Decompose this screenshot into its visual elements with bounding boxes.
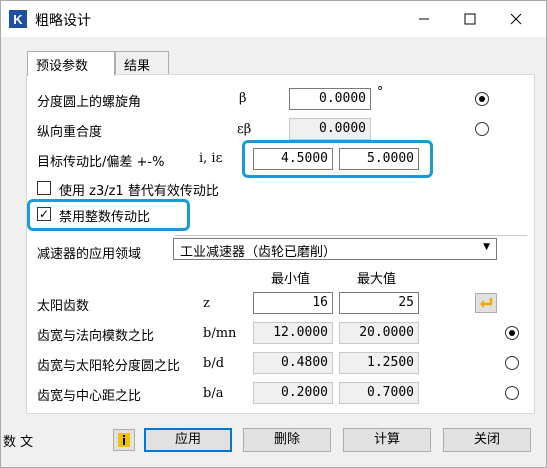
width-center-min-input[interactable]: 0.2000 [253, 382, 333, 404]
width-module-max-input[interactable]: 20.0000 [339, 322, 419, 344]
overlap-ratio-input[interactable]: 0.0000 [289, 118, 371, 140]
overlap-ratio-radio[interactable] [475, 122, 489, 136]
side-text: 数 文 [3, 435, 34, 450]
width-module-radio[interactable] [505, 326, 519, 340]
sun-teeth-max-input[interactable]: 25 [339, 292, 419, 314]
max-header: 最大值 [357, 272, 397, 287]
separator [175, 235, 527, 236]
degree-unit: ° [377, 85, 384, 100]
param-label: 太阳齿数 [37, 299, 90, 314]
param-symbol: b/a [203, 386, 224, 401]
maximize-button[interactable] [447, 1, 493, 37]
ratio-deviation-input[interactable]: 5.0000 [339, 148, 419, 170]
apply-button[interactable]: 应用 [144, 428, 232, 452]
apply-arrow-button[interactable] [475, 293, 497, 313]
param-symbol: z [203, 296, 210, 311]
delete-button[interactable]: 删除 [243, 428, 331, 452]
sun-teeth-min-input[interactable]: 16 [253, 292, 333, 314]
ratio-symbol: i, iε [199, 151, 223, 166]
close-icon [510, 13, 522, 25]
close-button[interactable]: 关闭 [443, 428, 531, 452]
min-header: 最小值 [271, 272, 311, 287]
application-select[interactable]: 工业减速器（齿轮已磨削） ▼ [173, 238, 497, 260]
helix-angle-input[interactable]: 0.0000 [289, 88, 371, 110]
info-icon [118, 433, 130, 447]
width-diameter-radio[interactable] [505, 356, 519, 370]
param-label: 齿宽与太阳轮分度圆之比 [37, 359, 181, 374]
tab-panel: 分度圆上的螺旋角 β 0.0000 ° 纵向重合度 εβ 0.0000 目标传动… [26, 74, 535, 414]
helix-angle-radio[interactable] [475, 92, 489, 106]
param-label: 齿宽与中心距之比 [37, 389, 142, 404]
app-icon: K [9, 10, 27, 28]
tab-preset-params[interactable]: 预设参数 [27, 51, 115, 76]
maximize-icon [464, 13, 476, 25]
param-symbol: b/mn [203, 326, 237, 341]
helix-symbol: β [239, 91, 247, 106]
info-button[interactable] [113, 429, 135, 451]
width-center-max-input[interactable]: 0.7000 [339, 382, 419, 404]
width-module-min-input[interactable]: 12.0000 [253, 322, 333, 344]
use-z3z1-checkbox[interactable] [37, 181, 51, 195]
close-window-button[interactable] [493, 1, 539, 37]
target-ratio-input[interactable]: 4.5000 [253, 148, 333, 170]
width-center-radio[interactable] [505, 386, 519, 400]
application-label: 减速器的应用领域 [37, 247, 142, 262]
tab-results[interactable]: 结果 [115, 51, 169, 75]
window-title: 粗略设计 [35, 13, 91, 29]
width-diameter-min-input[interactable]: 0.4800 [253, 352, 333, 374]
calculate-button[interactable]: 计算 [343, 428, 431, 452]
overlap-ratio-label: 纵向重合度 [37, 125, 103, 140]
target-ratio-label: 目标传动比/偏差 +-% [37, 155, 165, 170]
minimize-icon [419, 18, 429, 20]
helix-angle-label: 分度圆上的螺旋角 [37, 95, 142, 110]
param-label: 齿宽与法向模数之比 [37, 329, 155, 344]
dialog-window: K 粗略设计 预设参数 结果 分度圆上的螺旋角 β 0.0000 ° 纵向重合度… [0, 0, 547, 468]
return-arrow-icon [480, 298, 493, 308]
title-bar[interactable]: K 粗略设计 [1, 1, 546, 37]
application-select-value: 工业减速器（齿轮已磨削） [180, 245, 337, 260]
disable-integer-ratio-checkbox[interactable]: ✓ [37, 207, 51, 221]
disable-integer-ratio-label: 禁用整数传动比 [59, 210, 151, 225]
minimize-button[interactable] [401, 1, 447, 37]
use-z3z1-label: 使用 z3/z1 替代有效传动比 [59, 184, 219, 199]
overlap-symbol: εβ [237, 122, 252, 137]
param-symbol: b/d [203, 356, 225, 371]
width-diameter-max-input[interactable]: 1.2500 [339, 352, 419, 374]
chevron-down-icon: ▼ [483, 242, 490, 252]
